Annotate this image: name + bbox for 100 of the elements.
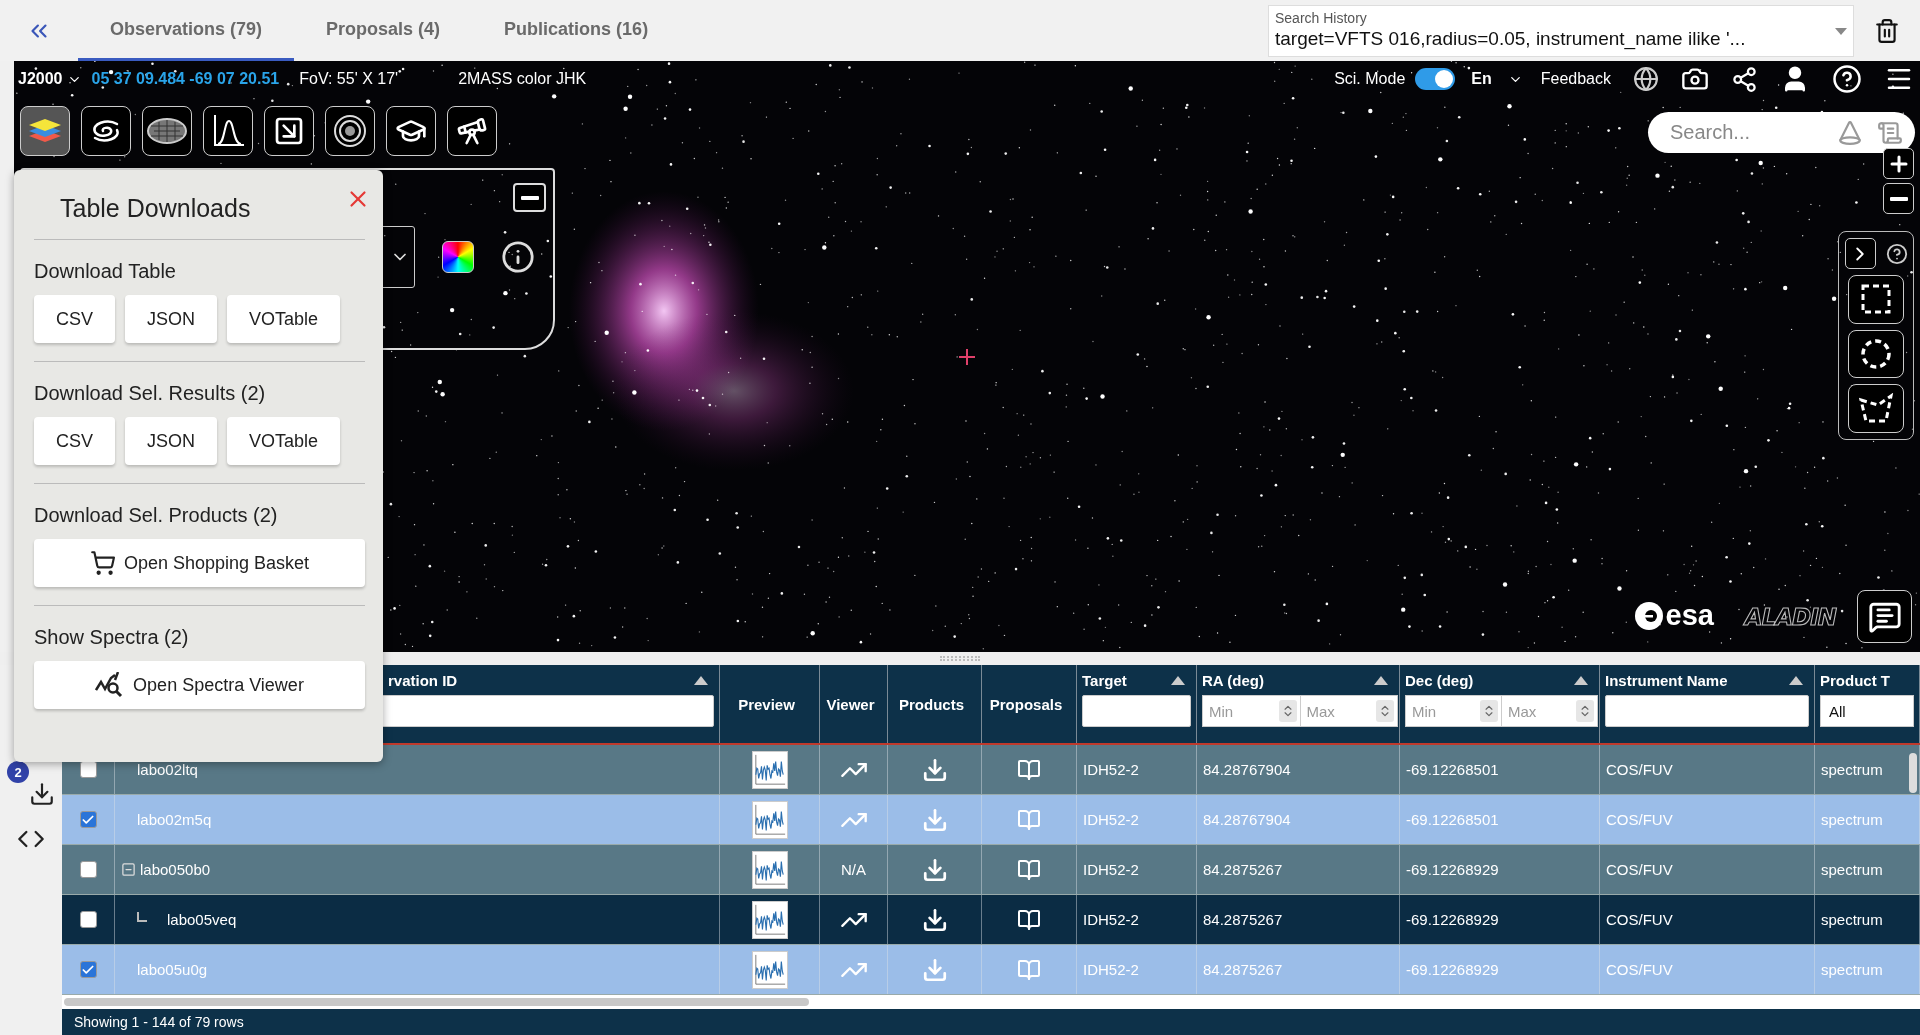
downloads-button[interactable]: 2 xyxy=(7,761,55,807)
color-map-icon[interactable] xyxy=(442,241,474,273)
zoom-out-button[interactable] xyxy=(1883,183,1914,214)
format-button[interactable]: VOTable xyxy=(227,295,341,343)
search-field[interactable]: Search... xyxy=(1668,120,1823,145)
tool-button[interactable] xyxy=(264,106,314,156)
filter-field[interactable] xyxy=(1605,695,1809,727)
sort-arrow-icon[interactable] xyxy=(1374,675,1388,685)
table-row[interactable]: labo05veq IDH52-2 84.2875267 -69.12268929 COS/FUV spectrum xyxy=(62,895,1920,945)
table-cell: COS/FUV xyxy=(1606,911,1673,928)
minus-icon xyxy=(520,195,539,200)
table-cell: IDH52-2 xyxy=(1083,961,1139,978)
download-icon[interactable] xyxy=(921,906,948,933)
format-button[interactable]: CSV xyxy=(34,417,115,465)
esa-emblem-icon xyxy=(1633,600,1664,631)
tool-button[interactable] xyxy=(325,106,375,156)
tool-button[interactable] xyxy=(81,106,131,156)
format-button[interactable]: VOTable xyxy=(227,417,341,465)
rectangle-select-button[interactable] xyxy=(1848,275,1904,324)
expand-button[interactable] xyxy=(1844,238,1876,269)
row-count: Showing 1 - 144 of 79 rows xyxy=(74,1014,244,1030)
aladin-logo: ALADIN xyxy=(1744,604,1836,630)
row-checkbox[interactable] xyxy=(79,961,97,978)
dashed-square-icon xyxy=(1860,283,1892,316)
table-row[interactable]: labo02ltq IDH52-2 84.28767904 -69.12268501 COS/FUV spectrum xyxy=(62,745,1920,795)
sort-arrow-icon[interactable] xyxy=(1789,675,1803,685)
format-button[interactable]: CSV xyxy=(34,295,115,343)
concentric-circles-icon xyxy=(333,114,367,148)
table-row[interactable]: labo050b0 N/A IDH52-2 84.2875267 -69.12268929 COS/FUV spectrum xyxy=(62,845,1920,895)
sci-mode-toggle[interactable] xyxy=(1415,68,1456,90)
dashed-polygon-icon xyxy=(1858,392,1894,425)
tool-button[interactable] xyxy=(20,106,70,156)
spectra-viewer-button[interactable]: Open Spectra Viewer xyxy=(34,661,365,709)
cone-icon[interactable] xyxy=(1837,119,1863,146)
sort-arrow-icon[interactable] xyxy=(1171,675,1185,685)
info-icon[interactable] xyxy=(501,240,535,274)
vertical-scrollbar[interactable] xyxy=(1909,753,1917,793)
spectrum-thumbnail xyxy=(751,950,788,989)
sort-arrow-icon[interactable] xyxy=(694,675,708,685)
observation-id: labo02ltq xyxy=(137,761,198,778)
row-checkbox[interactable] xyxy=(79,861,97,878)
observation-id: labo05u0g xyxy=(137,961,208,978)
format-button[interactable]: JSON xyxy=(125,417,218,465)
collapse-icon[interactable] xyxy=(121,862,136,877)
survey-name: 2MASS color JHK xyxy=(458,70,587,88)
dropdown-arrow-icon xyxy=(1835,27,1847,36)
column-label: RA (deg) xyxy=(1202,671,1264,689)
table-cell: 84.28767904 xyxy=(1203,761,1291,778)
tree-branch-icon xyxy=(137,911,147,922)
stepper-icon[interactable] xyxy=(1480,700,1498,722)
chat-button[interactable] xyxy=(1857,590,1912,643)
share-icon[interactable] xyxy=(1731,65,1758,93)
format-button[interactable]: JSON xyxy=(125,295,218,343)
feedback-link[interactable]: Feedback xyxy=(1540,70,1611,88)
sort-arrow-icon[interactable] xyxy=(1574,675,1588,685)
frame-selector[interactable]: J2000 xyxy=(18,70,82,88)
table-cell: spectrum xyxy=(1821,811,1883,828)
stepper-icon[interactable] xyxy=(1576,700,1594,722)
zoom-in-button[interactable] xyxy=(1883,148,1914,179)
table-cell: 84.28767904 xyxy=(1203,811,1291,828)
tool-button[interactable] xyxy=(142,106,192,156)
cart-icon xyxy=(89,550,116,576)
tab[interactable]: Publications (16) xyxy=(472,0,681,61)
column-label: Preview xyxy=(738,695,795,713)
minus-icon xyxy=(1889,196,1908,201)
row-checkbox[interactable] xyxy=(79,811,97,828)
table-cell: -69.12268501 xyxy=(1406,761,1499,778)
observation-id: labo02m5q xyxy=(137,811,212,828)
search-bar[interactable]: Search... xyxy=(1648,112,1915,153)
tool-button[interactable] xyxy=(447,106,497,156)
search-history-field[interactable]: Search History target=VFTS 016,radius=0.05, instrument_name ilike '... xyxy=(1268,4,1854,57)
horizontal-scrollbar[interactable] xyxy=(64,998,809,1006)
table-cell: 84.2875267 xyxy=(1203,911,1283,928)
section-heading: Show Spectra (2) xyxy=(34,626,190,649)
polygon-select-button[interactable] xyxy=(1848,384,1904,433)
table-cell: spectrum xyxy=(1821,911,1883,928)
tool-button[interactable] xyxy=(203,106,253,156)
tool-button[interactable] xyxy=(386,106,436,156)
language-selector[interactable]: En xyxy=(1471,70,1523,88)
help-icon[interactable] xyxy=(1885,242,1908,265)
row-checkbox[interactable] xyxy=(79,911,97,928)
minimize-button[interactable] xyxy=(513,183,546,212)
stepper-icon[interactable] xyxy=(1376,700,1394,722)
observation-id: labo05veq xyxy=(167,911,237,928)
circle-select-button[interactable] xyxy=(1848,329,1904,379)
table-cell: IDH52-2 xyxy=(1083,811,1139,828)
column-label: Viewer xyxy=(826,695,875,713)
table-cell: spectrum xyxy=(1821,761,1883,778)
tab[interactable]: Proposals (4) xyxy=(294,0,473,61)
filter-field[interactable] xyxy=(1082,695,1191,727)
observation-id: labo050b0 xyxy=(140,861,211,878)
download-icon xyxy=(29,781,55,807)
column-label: Instrument Name xyxy=(1605,671,1728,689)
column-label: Product T xyxy=(1820,671,1890,689)
column-label: Dec (deg) xyxy=(1405,671,1474,689)
shopping-basket-button[interactable]: Open Shopping Basket xyxy=(34,539,365,587)
book-icon[interactable] xyxy=(1017,907,1041,932)
globe-icon[interactable] xyxy=(1633,66,1659,92)
table-cell: COS/FUV xyxy=(1606,761,1673,778)
filter-select[interactable]: All xyxy=(1820,695,1914,727)
